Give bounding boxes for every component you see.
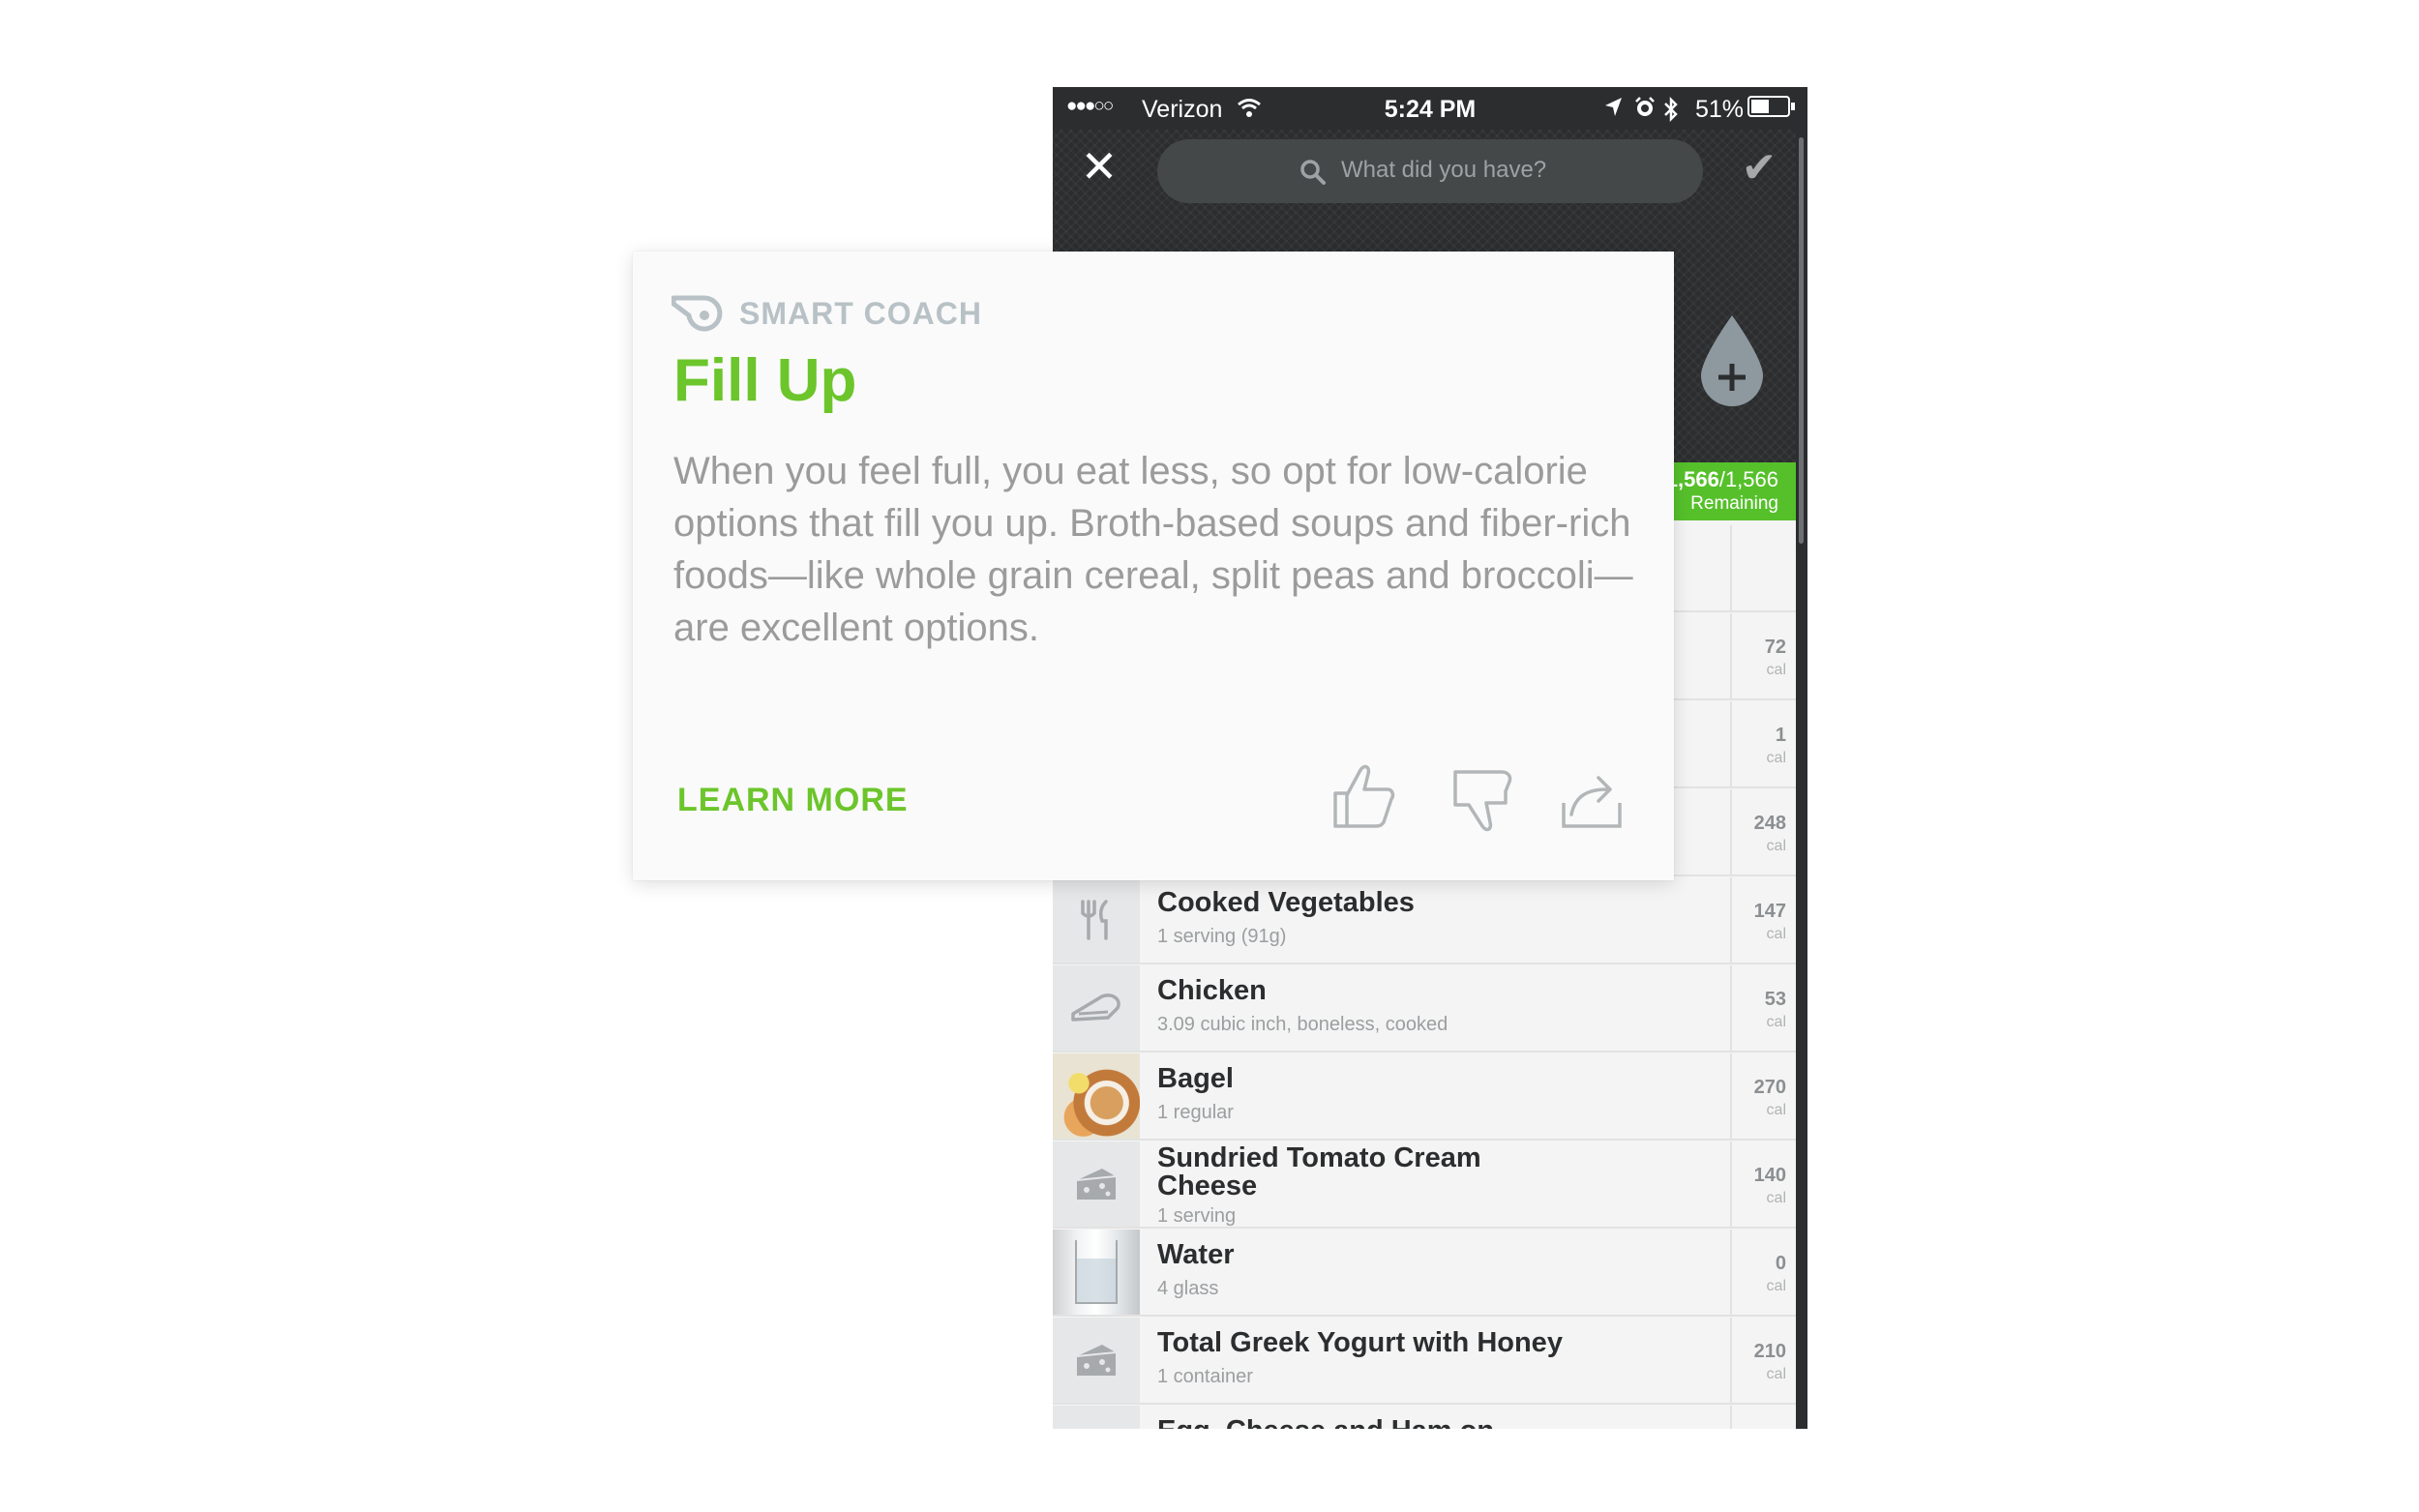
battery-level-fill (1751, 100, 1769, 113)
scrollbar-thumb[interactable] (1799, 137, 1804, 544)
smart-coach-card: SMART COACH Fill Up When you feel full, … (633, 252, 1674, 880)
alarm-clock-icon (1633, 96, 1657, 126)
battery-icon (1747, 96, 1796, 124)
calorie-column: 210 cal (1730, 1318, 1796, 1403)
food-log-row[interactable]: Water 4 glass 0 cal (1053, 1230, 1807, 1317)
cheese-icon (1053, 1141, 1140, 1227)
food-serving: 3.09 cubic inch, boneless, cooked (1157, 1014, 1448, 1035)
calorie-value: 147 (1753, 901, 1786, 922)
food-thumbnail (1053, 1406, 1140, 1429)
thumbs-up-icon[interactable] (1331, 762, 1395, 835)
learn-more-link[interactable]: LEARN MORE (677, 782, 909, 819)
thumbs-down-icon[interactable] (1451, 768, 1515, 841)
food-serving: 1 regular (1157, 1102, 1234, 1123)
calorie-unit: cal (1766, 1190, 1786, 1206)
calorie-column: 53 cal (1730, 965, 1796, 1051)
food-log-row[interactable]: Bagel 1 regular 270 cal (1053, 1053, 1807, 1141)
close-button[interactable]: ✕ (1078, 144, 1120, 189)
wifi-icon (1237, 96, 1262, 128)
search-icon (1299, 158, 1328, 192)
share-icon[interactable] (1560, 768, 1624, 837)
food-name: Total Greek Yogurt with Honey (1157, 1327, 1563, 1358)
calorie-column (1730, 1406, 1796, 1429)
coach-label: SMART COACH (739, 296, 982, 331)
calorie-column: 147 cal (1730, 877, 1796, 963)
calorie-column: 72 cal (1730, 613, 1796, 698)
food-log-row[interactable]: Chicken 3.09 cubic inch, boneless, cooked… (1053, 965, 1807, 1052)
food-serving: 1 serving (91g) (1157, 926, 1287, 947)
food-name: Bagel (1157, 1063, 1234, 1094)
food-log-row[interactable]: Total Greek Yogurt with Honey 1 container… (1053, 1318, 1807, 1405)
whistle-icon (671, 290, 726, 338)
glass-shape (1075, 1240, 1118, 1304)
food-serving: 4 glass (1157, 1278, 1219, 1299)
calorie-column (1730, 525, 1796, 610)
water-glass-photo (1053, 1230, 1140, 1315)
calories-total: /1,566 (1718, 467, 1778, 491)
meat-icon (1053, 965, 1140, 1051)
calorie-column: 248 cal (1730, 789, 1796, 875)
coach-body-text: When you feel full, you eat less, so opt… (673, 450, 1633, 649)
location-arrow-icon (1602, 96, 1624, 126)
signal-strength: ●●●○○ (1066, 96, 1114, 116)
calorie-unit: cal (1766, 1014, 1786, 1030)
food-name: Sundried Tomato Cream Cheese (1157, 1142, 1481, 1201)
food-log-row[interactable]: Cooked Vegetables 1 serving (91g) 147 cal (1053, 877, 1807, 964)
carrier-name: Verizon (1142, 96, 1223, 123)
calorie-unit: cal (1766, 662, 1786, 678)
calorie-column: 0 cal (1730, 1230, 1796, 1315)
calorie-column: 270 cal (1730, 1053, 1796, 1139)
calorie-unit: cal (1766, 750, 1786, 766)
calorie-value: 0 (1775, 1253, 1786, 1274)
food-name: Chicken (1157, 975, 1267, 1006)
calorie-unit: cal (1766, 1278, 1786, 1294)
bagel-photo (1053, 1053, 1140, 1139)
food-name: Egg, Cheese and Ham on (1157, 1415, 1494, 1429)
calorie-value: 270 (1753, 1077, 1786, 1098)
food-log-row[interactable]: Egg, Cheese and Ham on (1053, 1406, 1807, 1429)
calories-remaining-label: Remaining (1690, 493, 1778, 514)
search-input[interactable]: What did you have? (1341, 157, 1546, 184)
food-serving: 1 serving (1157, 1205, 1237, 1227)
calories-remaining-value: 1,566/1,566 (1666, 467, 1778, 492)
calorie-unit: cal (1766, 1102, 1786, 1118)
cheese-icon (1053, 1318, 1140, 1403)
battery-percent: 51% (1695, 96, 1745, 123)
calories-remaining-number: 1,566 (1665, 467, 1719, 491)
calorie-unit: cal (1766, 1366, 1786, 1382)
food-name: Water (1157, 1239, 1235, 1270)
add-water-button[interactable] (1697, 313, 1767, 413)
calorie-column: 140 cal (1730, 1141, 1796, 1227)
calorie-unit: cal (1766, 838, 1786, 854)
calorie-value: 1 (1775, 725, 1786, 746)
status-time: 5:24 PM (1384, 96, 1477, 123)
calorie-value: 72 (1764, 637, 1786, 658)
coach-title: Fill Up (673, 347, 857, 414)
search-bar[interactable]: What did you have? (1157, 139, 1703, 203)
status-bar: ●●●○○ Verizon 5:24 PM 51% (1053, 87, 1807, 130)
bluetooth-icon (1662, 96, 1680, 130)
fork-knife-icon (1053, 877, 1140, 963)
calorie-value: 53 (1764, 989, 1786, 1010)
confirm-checkmark-button[interactable]: ✔ (1734, 147, 1784, 190)
calorie-unit: cal (1766, 926, 1786, 942)
calorie-value: 248 (1753, 813, 1786, 834)
food-log-row[interactable]: Sundried Tomato Cream Cheese 1 serving 140… (1053, 1141, 1807, 1229)
calorie-column: 1 cal (1730, 701, 1796, 786)
calorie-value: 140 (1753, 1165, 1786, 1186)
food-serving: 1 container (1157, 1366, 1253, 1387)
food-name: Cooked Vegetables (1157, 887, 1415, 918)
calorie-value: 210 (1753, 1341, 1786, 1362)
